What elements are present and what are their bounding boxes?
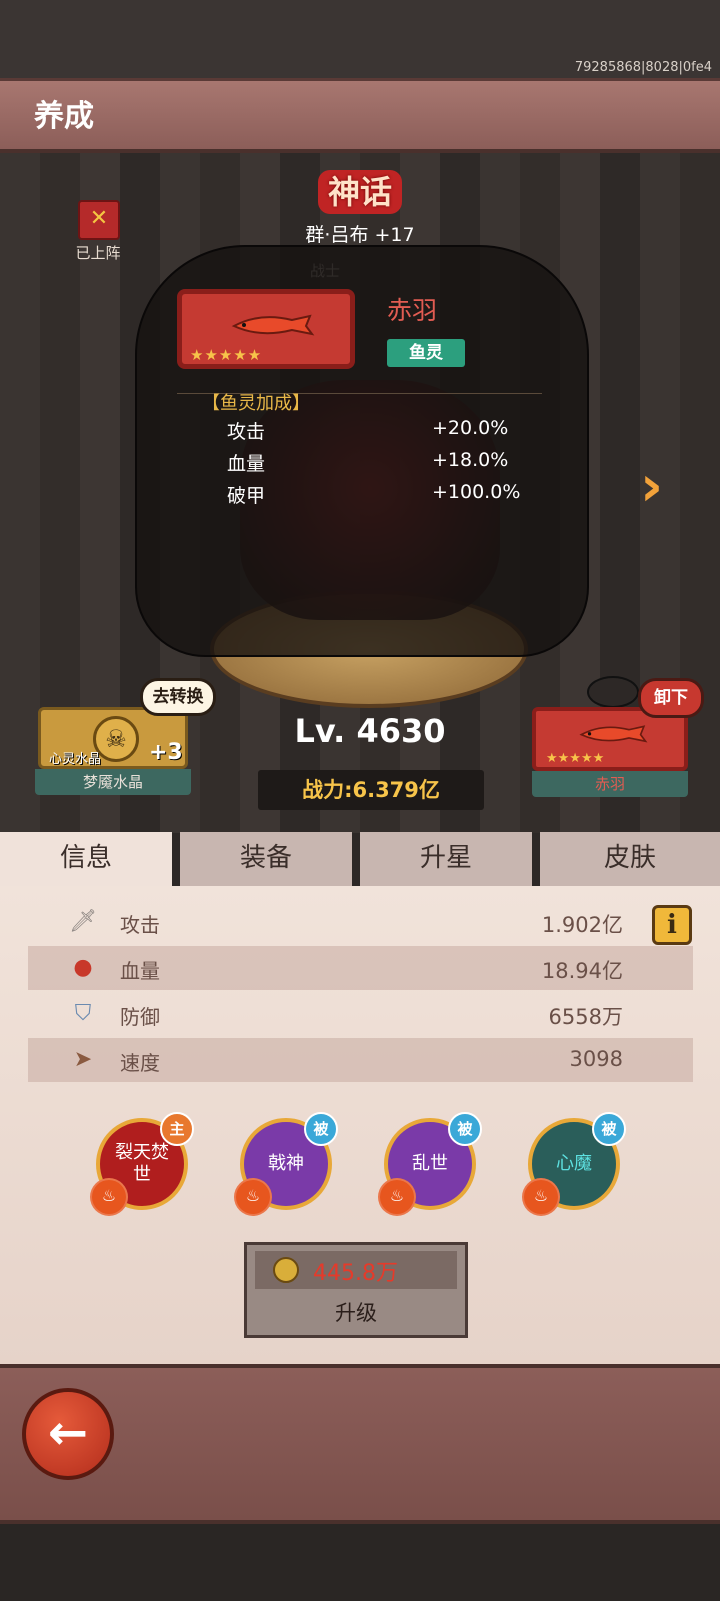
stat-row-attack: 🗡 攻击 1.902亿 <box>28 900 693 944</box>
stat-value: 6558万 <box>548 1005 623 1029</box>
rarity-text: 神话 <box>317 170 402 214</box>
combat-power: 战力:6.379亿 <box>302 778 440 802</box>
skill-slot[interactable]: 裂天焚世 主 ♨ <box>90 1112 194 1216</box>
pet-card: ★★★★★ <box>177 289 355 369</box>
fish-icon <box>579 725 648 743</box>
stat-label: 速度 <box>120 1051 160 1075</box>
coin-icon <box>273 1257 299 1283</box>
skill-slot[interactable]: 戟神 被 ♨ <box>234 1112 338 1216</box>
pet-slot-name: 赤羽 <box>532 771 688 797</box>
stat-value: 3098 <box>569 1047 623 1071</box>
deployed-label: 已上阵 <box>75 244 121 262</box>
bonus-title: 【鱼灵加成】 <box>202 393 310 414</box>
skill-passive-badge: 被 <box>448 1112 482 1146</box>
upgrade-panel: 445.8万 升级 <box>244 1242 468 1338</box>
bonus-value: +20.0% <box>432 417 509 439</box>
rarity-badge: 神话 <box>290 170 430 218</box>
skill-passive-badge: 被 <box>592 1112 626 1146</box>
tab-bar: 信息 装备 升星 皮肤 <box>0 832 720 886</box>
next-hero-arrow-icon[interactable]: › <box>640 455 684 519</box>
stat-row-defense: ⛉ 防御 6558万 <box>28 992 693 1036</box>
pet-type-tag: 鱼灵 <box>387 339 465 367</box>
upgrade-button[interactable]: 升级 <box>255 1295 457 1331</box>
transfer-button[interactable]: 去转换 <box>140 678 216 716</box>
boot-icon: ➤ <box>73 1047 93 1072</box>
pet-slot-stars: ★★★★★ <box>546 751 605 766</box>
stat-value: 1.902亿 <box>541 913 623 937</box>
back-arrow-icon[interactable]: ← <box>22 1388 114 1480</box>
bonus-value: +100.0% <box>432 481 521 503</box>
skill-slot[interactable]: 乱世 被 ♨ <box>378 1112 482 1216</box>
pet-slot[interactable]: ★★★★★ 赤羽 <box>532 707 688 797</box>
stat-label: 攻击 <box>120 913 160 937</box>
crystal-plus: +3 <box>149 740 183 765</box>
unequip-button[interactable]: 卸下 <box>638 678 704 718</box>
flame-icon: ♨ <box>378 1178 416 1216</box>
skill-active-badge: 主 <box>160 1112 194 1146</box>
deployed-flag-icon: ✕ <box>78 200 120 240</box>
crystal-slot[interactable]: ☠ 心灵水晶 +3 梦魇水晶 <box>35 707 191 795</box>
info-button[interactable]: i <box>652 905 692 945</box>
skill-slot[interactable]: 心魔 被 ♨ <box>522 1112 626 1216</box>
stat-row-hp: ● 血量 18.94亿 <box>28 946 693 990</box>
power-box: 战力:6.379亿 <box>258 770 484 810</box>
footer-background <box>0 1524 720 1601</box>
tab-skin[interactable]: 皮肤 <box>540 832 720 886</box>
blood-drop-icon: ● <box>73 955 93 980</box>
bonus-value: +18.0% <box>432 449 509 471</box>
flame-icon: ♨ <box>90 1178 128 1216</box>
flame-icon: ♨ <box>522 1178 560 1216</box>
crystal-name: 梦魇水晶 <box>35 769 191 795</box>
tab-star-up[interactable]: 升星 <box>360 832 532 886</box>
bonus-label: 血量 <box>227 453 266 475</box>
bonus-row: 破甲 +100.0% <box>227 481 527 511</box>
stat-label: 血量 <box>120 959 160 983</box>
build-id: 79285868|8028|0fe4 <box>574 60 712 75</box>
flame-icon: ♨ <box>234 1178 272 1216</box>
hero-name: 群·吕布 +17 <box>305 224 415 246</box>
fish-icon <box>231 314 315 336</box>
empty-bubble <box>587 676 639 708</box>
page-title: 养成 <box>34 99 94 134</box>
stat-value: 18.94亿 <box>541 959 623 983</box>
cost-row: 445.8万 <box>255 1251 457 1289</box>
bonus-label: 破甲 <box>227 485 266 507</box>
stat-row-speed: ➤ 速度 3098 <box>28 1038 693 1082</box>
pet-name: 赤羽 <box>387 296 438 325</box>
crystal-card: ☠ 心灵水晶 +3 <box>38 707 188 769</box>
hero-level: Lv. 4630 <box>294 712 446 750</box>
header-bar: 养成 <box>0 78 720 153</box>
tab-equipment[interactable]: 装备 <box>180 832 352 886</box>
bonus-label: 攻击 <box>227 421 266 443</box>
bonus-row: 血量 +18.0% <box>227 449 527 479</box>
pet-bonus-popup: ★★★★★ 赤羽 鱼灵 【鱼灵加成】 攻击 +20.0% 血量 +18.0% 破… <box>135 245 589 657</box>
stat-label: 防御 <box>120 1005 160 1029</box>
pet-stars: ★★★★★ <box>190 346 263 364</box>
bonus-row: 攻击 +20.0% <box>227 417 527 447</box>
crystal-sub-label: 心灵水晶 <box>49 752 102 767</box>
shield-icon: ⛉ <box>74 1001 92 1026</box>
sword-icon: 🗡 <box>69 909 97 934</box>
skill-passive-badge: 被 <box>304 1112 338 1146</box>
tab-info[interactable]: 信息 <box>0 832 172 886</box>
upgrade-cost: 445.8万 <box>313 1261 398 1286</box>
